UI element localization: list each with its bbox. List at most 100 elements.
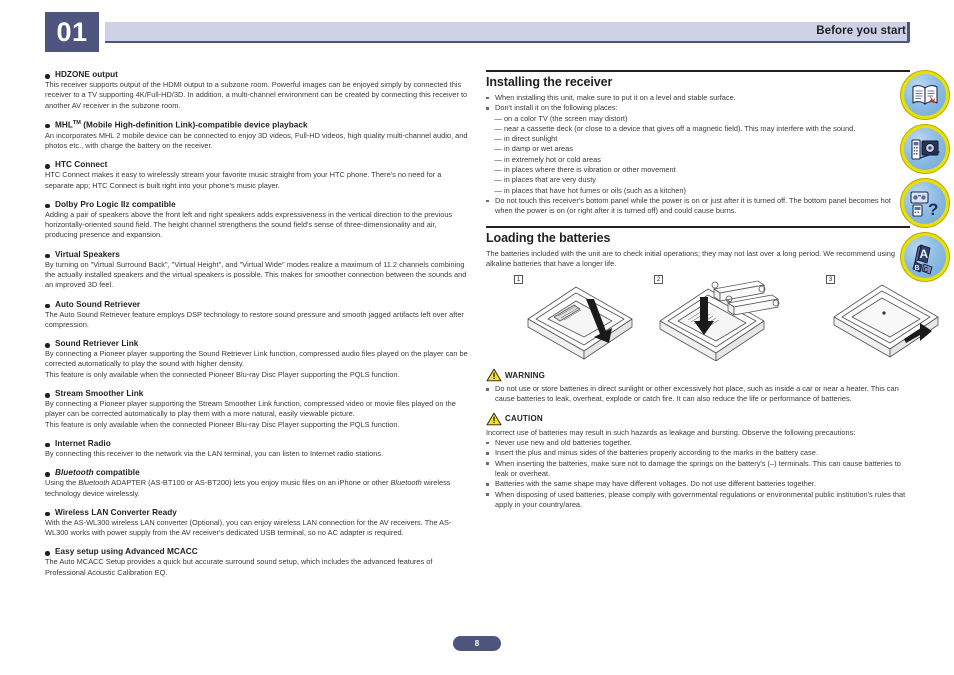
feature-heading: Stream Smoother Link — [45, 389, 469, 398]
svg-text:?: ? — [928, 200, 938, 219]
list-item-text: Don't install it on the following places… — [495, 103, 618, 113]
warning-triangle-icon — [486, 368, 502, 382]
feature-heading: Sound Retriever Link — [45, 339, 469, 348]
bullet-icon — [486, 448, 495, 455]
installing-bullets-after: Do not touch this receiver's bottom pane… — [486, 196, 910, 217]
side-navigation-rail: ? A B C — [904, 74, 950, 290]
dash-item: — in places where there is vibration or … — [494, 165, 676, 175]
section-installing-the-receiver: Installing the receiver When installing … — [486, 70, 910, 217]
diagram-step-1: 1 — [514, 275, 644, 366]
manual-book-icon[interactable] — [904, 74, 946, 116]
caution-block: CAUTION Incorrect use of batteries may r… — [486, 412, 910, 510]
warning-heading: WARNING — [486, 368, 910, 382]
list-item: When inserting the batteries, make sure … — [486, 459, 910, 480]
document-page: 01 Before you start HDZONE output This re… — [0, 0, 954, 675]
feature-paragraph: By connecting this receiver to the netwo… — [45, 448, 384, 458]
feature-title: Stream Smoother Link — [55, 389, 144, 399]
loading-intro: The batteries included with the unit are… — [486, 248, 896, 268]
bullet-icon — [45, 70, 55, 79]
feature-heading: Auto Sound Retriever — [45, 300, 469, 309]
list-item: Do not use or store batteries in direct … — [486, 384, 910, 405]
caution-triangle-icon — [486, 412, 502, 426]
bullet-icon — [486, 459, 495, 466]
bullet-icon — [45, 120, 55, 129]
dash-item: — near a cassette deck (or close to a de… — [494, 123, 856, 133]
page-title: Before you start — [816, 25, 906, 37]
feature-paragraph: The Auto MCACC Setup provides a quick bu… — [45, 557, 433, 577]
feature-title: MHLTM (Mobile High-definition Link)-comp… — [55, 119, 308, 130]
feature-paragraph: By connecting a Pioneer player supportin… — [45, 349, 468, 369]
faq-icon[interactable]: ? — [904, 182, 946, 224]
bullet-icon — [45, 508, 55, 517]
list-item: When disposing of used batteries, please… — [486, 490, 910, 511]
header-band — [105, 22, 909, 42]
chapter-number-badge: 01 — [45, 12, 99, 52]
section-loading-the-batteries: Loading the batteries The batteries incl… — [486, 225, 939, 362]
step-number-1: 1 — [514, 275, 523, 285]
feature-title: Wireless LAN Converter Ready — [55, 507, 177, 517]
feature-title: Virtual Speakers — [55, 249, 120, 259]
remote-open-cover-illustration — [527, 286, 633, 360]
installing-bullets: When installing this unit, make sure to … — [486, 93, 910, 114]
remote-insert-batteries-illustration — [659, 280, 780, 362]
list-item-text: Insert the plus and minus sides of the b… — [495, 448, 818, 458]
svg-text:C: C — [924, 267, 929, 274]
caution-items: Never use new and old batteries together… — [486, 438, 910, 510]
list-item-text: Do not touch this receiver's bottom pane… — [495, 195, 891, 216]
list-item: Do not touch this receiver's bottom pane… — [486, 196, 910, 217]
dash-item: — in places that are very dusty — [494, 175, 596, 185]
left-column: HDZONE output This receiver supports outp… — [45, 70, 469, 578]
feature-title: Dolby Pro Logic IIz compatible — [55, 199, 176, 209]
feature-paragraph: By turning on "Virtual Surround Back", "… — [45, 259, 467, 290]
warning-label: WARNING — [505, 370, 546, 380]
list-item: Don't install it on the following places… — [486, 103, 910, 113]
caution-label: CAUTION — [505, 414, 543, 424]
installing-dashes: — on a color TV (the screen may distort)… — [486, 114, 910, 196]
bullet-icon — [45, 250, 55, 259]
glossary-icon[interactable]: A B C — [904, 236, 946, 278]
header-rule — [105, 41, 909, 43]
caution-heading: CAUTION — [486, 412, 910, 426]
feature-title: Bluetooth compatible — [55, 468, 140, 478]
feature-paragraph: Using the Bluetooth ADAPTER (AS-BT100 or… — [45, 478, 451, 498]
list-item: Insert the plus and minus sides of the b… — [486, 448, 910, 458]
step-number-3: 3 — [826, 275, 835, 285]
svg-text:B: B — [915, 265, 920, 272]
bullet-icon — [45, 339, 55, 348]
feature-heading: MHLTM (Mobile High-definition Link)-comp… — [45, 120, 469, 130]
page-header: 01 Before you start — [0, 0, 954, 62]
section-heading: Installing the receiver — [486, 75, 613, 89]
feature-title: HDZONE output — [55, 70, 118, 79]
connections-icon[interactable] — [904, 128, 946, 170]
feature-title: Internet Radio — [55, 438, 111, 448]
feature-paragraph: This receiver supports output of the HDM… — [45, 80, 468, 110]
list-item-text: Never use new and old batteries together… — [495, 438, 632, 448]
bullet-icon — [45, 389, 55, 398]
dash-item: — in extremely hot or cold areas — [494, 154, 601, 164]
feature-heading: Wireless LAN Converter Ready — [45, 508, 469, 517]
feature-paragraph: The Auto Sound Retriever feature employs… — [45, 309, 464, 329]
feature-heading: Bluetooth compatible — [45, 468, 469, 477]
feature-heading: Internet Radio — [45, 439, 469, 448]
feature-paragraph: With the AS-WL300 wireless LAN converter… — [45, 517, 452, 538]
header-title-endcap — [907, 22, 910, 42]
warning-items: Do not use or store batteries in direct … — [486, 384, 910, 405]
right-column: Installing the receiver When installing … — [486, 70, 939, 510]
bullet-icon — [45, 547, 55, 556]
warning-block: WARNING Do not use or store batteries in… — [486, 368, 910, 405]
feature-paragraph: By connecting a Pioneer player supportin… — [45, 399, 456, 419]
feature-paragraph: HTC Connect makes it easy to wirelessly … — [45, 170, 442, 190]
bullet-icon — [45, 200, 55, 209]
list-item-text: Do not use or store batteries in direct … — [495, 384, 899, 404]
dash-item: — on a color TV (the screen may distort) — [494, 113, 628, 123]
feature-heading: HDZONE output — [45, 70, 469, 79]
feature-paragraph: An incorporates MHL 2 mobile device can … — [45, 130, 468, 150]
bullet-icon — [486, 93, 495, 100]
feature-title: Easy setup using Advanced MCACC — [55, 547, 198, 557]
diagram-step-2: 2 — [654, 275, 814, 366]
step-number-2: 2 — [654, 275, 663, 285]
bullet-icon — [486, 490, 495, 496]
bullet-icon — [486, 479, 495, 486]
bullet-icon — [45, 439, 55, 448]
list-item-text: Batteries with the same shape may have d… — [495, 479, 816, 489]
